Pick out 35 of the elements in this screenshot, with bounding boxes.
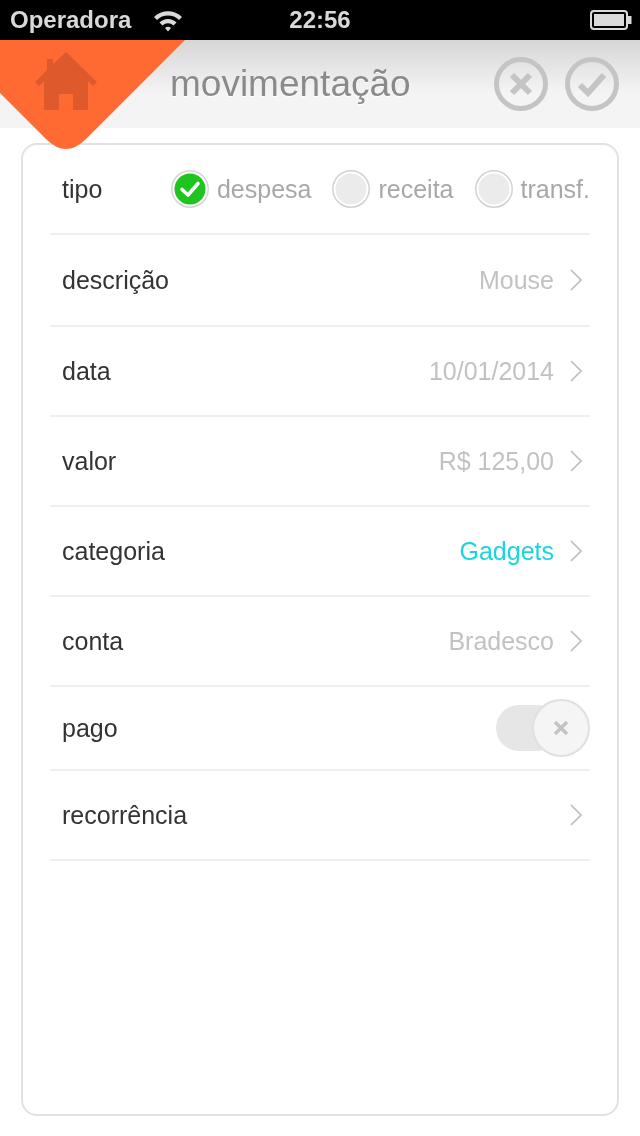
row-value: 10/01/2014: [428, 356, 554, 386]
toggle-switch[interactable]: [496, 699, 590, 757]
row-label: tipo: [62, 174, 103, 204]
x-icon: [553, 720, 569, 736]
wifi-icon: [153, 8, 184, 32]
row-value: Mouse: [478, 265, 554, 295]
row-label: conta: [62, 626, 124, 656]
row-label: descrição: [62, 265, 169, 295]
clock-time: 22:56: [289, 6, 351, 34]
row-label: recorrência: [62, 800, 188, 830]
chevron-icon: [570, 630, 582, 652]
form-row[interactable]: descrição Mouse: [50, 235, 590, 327]
form-row[interactable]: recorrência: [50, 771, 590, 861]
battery-icon: [590, 10, 632, 30]
screen-title: movimentação: [170, 63, 412, 105]
chevron-icon: [570, 269, 582, 291]
row-value: Bradesco: [448, 626, 554, 656]
cancel-button[interactable]: [494, 57, 548, 111]
chevron-icon: [570, 360, 582, 382]
form-row[interactable]: conta Bradesco: [50, 597, 590, 687]
row-label: valor: [62, 446, 117, 476]
row-value: Gadgets: [459, 536, 554, 566]
carrier-name: Operadora: [10, 6, 132, 34]
confirm-button[interactable]: [565, 57, 619, 111]
row-label: pago: [62, 713, 118, 743]
row-label: categoria: [62, 536, 165, 566]
row-value: R$ 125,00: [438, 446, 554, 476]
form-row[interactable]: data 10/01/2014: [50, 327, 590, 417]
chevron-icon: [570, 540, 582, 562]
form-row[interactable]: categoria Gadgets: [50, 507, 590, 597]
chevron-icon: [570, 450, 582, 472]
home-icon: [35, 52, 97, 110]
form-row[interactable]: valor R$ 125,00: [50, 417, 590, 507]
chevron-icon: [570, 804, 582, 826]
row-label: data: [62, 356, 111, 386]
